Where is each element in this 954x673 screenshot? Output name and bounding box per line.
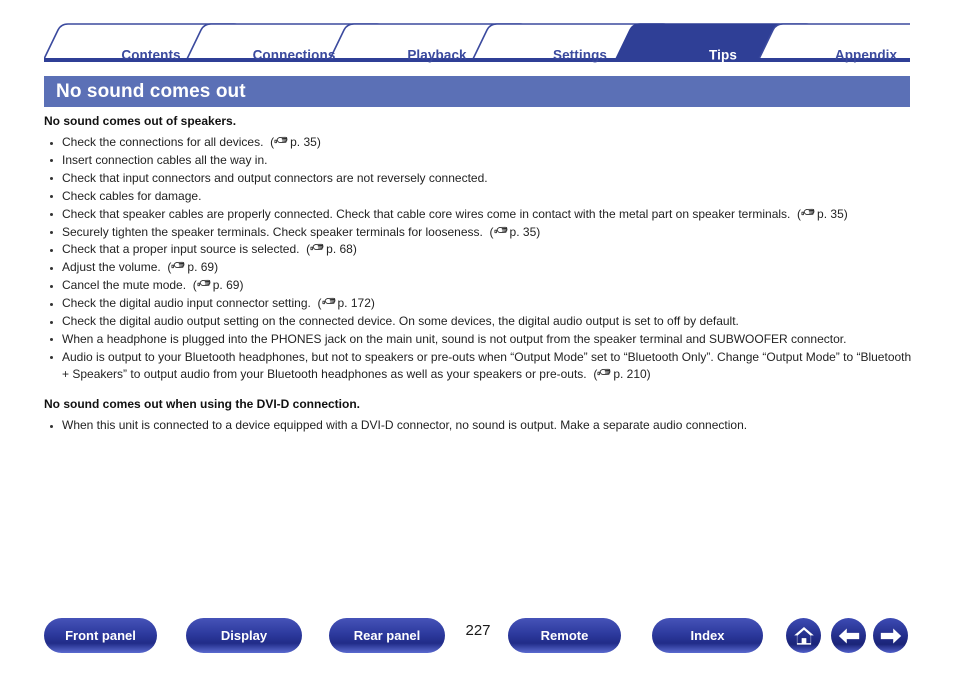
page-reference-link[interactable]: (p. 35)	[270, 135, 321, 149]
bullet-list-dvid: When this unit is connected to a device …	[44, 417, 914, 434]
page-reference-label: p. 35)	[817, 206, 848, 221]
bullet-text: Audio is output to your Bluetooth headph…	[62, 349, 912, 382]
page-reference-label: p. 172)	[337, 296, 375, 311]
pointing-hand-icon	[310, 244, 324, 251]
bullet-text: Check the digital audio output setting o…	[62, 314, 739, 329]
page-reference-label: p. 69)	[212, 278, 244, 293]
bullet-text: Check the digital audio input connector …	[62, 296, 311, 311]
tab-contents[interactable]: Contents	[121, 48, 180, 63]
bullet-text: Check cables for damage.	[62, 188, 202, 203]
bullet-text: Check that speaker cables are properly c…	[62, 206, 791, 221]
page-reference-label: p. 69)	[187, 260, 219, 275]
pointing-hand-icon	[321, 297, 336, 305]
tab-tips[interactable]: Tips	[709, 48, 737, 63]
pointing-hand-icon	[801, 208, 815, 215]
page-reference-link[interactable]: (p. 172)	[318, 296, 375, 310]
bullet-item: Check that speaker cables are properly c…	[44, 206, 914, 223]
content-area: No sound comes out of speakers. Check th…	[44, 113, 914, 435]
page-reference-label: p. 68)	[326, 242, 357, 257]
tab-playback[interactable]: Playback	[407, 48, 466, 63]
tab-appendix[interactable]: Appendix	[835, 48, 897, 63]
section-heading-speakers: No sound comes out of speakers.	[44, 114, 237, 128]
bullet-item: Insert connection cables all the way in.	[44, 152, 914, 169]
bullet-text: Check that a proper input source is sele…	[62, 242, 300, 257]
tab-settings[interactable]: Settings	[553, 48, 607, 63]
bullet-item: Check the digital audio output setting o…	[44, 313, 914, 330]
bullet-list-speakers: Check the connections for all devices. (…	[44, 134, 914, 384]
bullet-item: Adjust the volume. (p. 69)	[44, 259, 914, 276]
bullet-item: Check the connections for all devices. (…	[44, 134, 914, 151]
footer-bar: Front panel Display Rear panel 227 Remot…	[0, 618, 954, 658]
pointing-hand-icon	[171, 262, 185, 269]
bullet-text: When a headphone is plugged into the PHO…	[62, 331, 847, 346]
section-heading-dvid: No sound comes out when using the DVI-D …	[44, 397, 361, 412]
bullet-text: Adjust the volume.	[62, 260, 161, 275]
bullet-text: When this unit is connected to a device …	[62, 418, 748, 433]
tab-connections[interactable]: Connections	[253, 48, 336, 63]
page-reference-label: p. 35)	[290, 135, 321, 149]
index-button[interactable]: Index	[652, 618, 763, 653]
forward-button[interactable]	[873, 618, 908, 653]
page-reference-label: p. 210)	[613, 367, 651, 382]
back-arrow-icon	[838, 627, 859, 644]
page-reference-link[interactable]: (p. 69)	[167, 260, 218, 274]
bullet-item: Check the digital audio input connector …	[44, 295, 914, 312]
page-reference-link[interactable]: (p. 35)	[490, 225, 541, 239]
home-button[interactable]	[786, 618, 821, 653]
page-reference-label: p. 35)	[509, 224, 541, 239]
bullet-text: Insert connection cables all the way in.	[62, 152, 268, 167]
page-reference-link[interactable]: (p. 69)	[193, 278, 244, 292]
bullet-item: Securely tighten the speaker terminals. …	[44, 224, 914, 241]
bullet-item: Cancel the mute mode. (p. 69)	[44, 277, 914, 294]
pointing-hand-icon	[274, 136, 288, 144]
home-icon	[793, 626, 814, 645]
pointing-hand-icon	[597, 369, 611, 376]
bullet-text: Securely tighten the speaker terminals. …	[62, 224, 483, 239]
page-title: No sound comes out	[44, 76, 910, 107]
pointing-hand-icon	[494, 226, 508, 233]
forward-arrow-icon	[880, 627, 901, 644]
display-button[interactable]: Display	[186, 618, 302, 653]
tab-bar: Contents Connections Playback Settings T…	[44, 22, 910, 63]
bullet-item: Audio is output to your Bluetooth headph…	[44, 349, 914, 384]
bullet-item: When this unit is connected to a device …	[44, 417, 914, 434]
bullet-item: Check cables for damage.	[44, 188, 914, 205]
page-reference-link[interactable]: (p. 210)	[593, 367, 650, 381]
page-number: 227	[465, 622, 491, 639]
bullet-item: Check that a proper input source is sele…	[44, 241, 914, 258]
bullet-text: Cancel the mute mode.	[62, 278, 187, 293]
rear-panel-button[interactable]: Rear panel	[329, 618, 445, 653]
bullet-text: Check the connections for all devices.	[62, 135, 264, 149]
remote-button[interactable]: Remote	[508, 618, 621, 653]
front-panel-button[interactable]: Front panel	[44, 618, 157, 653]
bullet-item: Check that input connectors and output c…	[44, 170, 914, 187]
page-reference-link[interactable]: (p. 68)	[306, 242, 357, 256]
pointing-hand-icon	[197, 280, 211, 287]
bullet-item: When a headphone is plugged into the PHO…	[44, 331, 914, 348]
back-button[interactable]	[831, 618, 866, 653]
bullet-text: Check that input connectors and output c…	[62, 170, 488, 185]
page-reference-link[interactable]: (p. 35)	[797, 207, 848, 221]
